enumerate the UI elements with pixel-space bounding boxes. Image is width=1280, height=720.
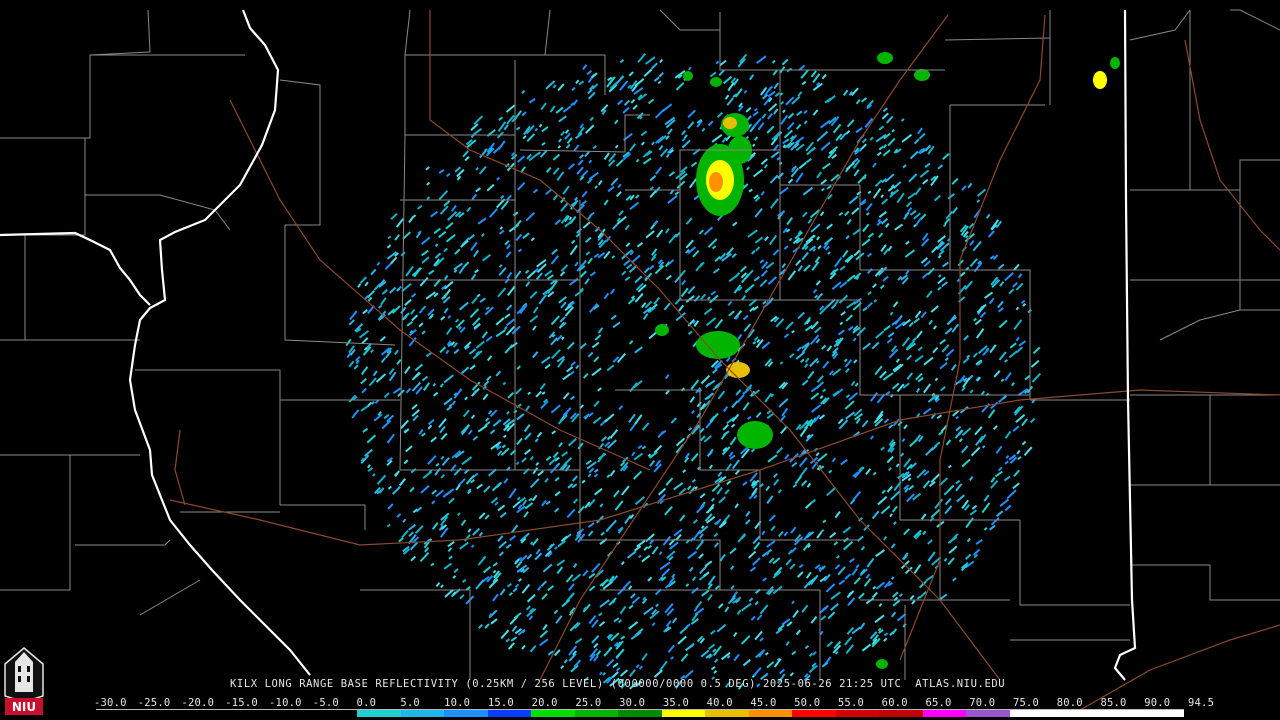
colorbar-swatch xyxy=(1009,710,1054,717)
colorbar-label: 30.0 xyxy=(619,697,646,709)
storm-cell-central xyxy=(696,331,740,359)
colorbar-swatch xyxy=(183,710,227,717)
colorbar-label: 90.0 xyxy=(1144,697,1171,709)
colorbar-label: 50.0 xyxy=(794,697,821,709)
storm-cell-central2 xyxy=(655,324,669,336)
colorbar-swatch xyxy=(705,710,749,717)
colorbar-label: 0.0 xyxy=(356,697,377,709)
colorbar-swatch xyxy=(400,710,445,717)
colorbar-labels: -30.0 -25.0 -20.0 -15.0 -10.0 -5.0 0.0 5.0 10.0 1… xyxy=(94,697,1214,709)
colorbar-label: 5.0 xyxy=(400,697,420,709)
colorbar-label: 65.0 xyxy=(925,697,952,709)
colorbar-swatch xyxy=(879,710,923,717)
storm-cell-ne3 xyxy=(1093,71,1107,89)
colorbar-swatch xyxy=(618,710,662,717)
storm-cell-n5 xyxy=(710,77,722,87)
colorbar-swatch xyxy=(487,710,532,717)
colorbar-label: 10.0 xyxy=(444,697,471,709)
logo-text: NIU xyxy=(12,700,36,714)
reflectivity-colorbar xyxy=(96,709,1184,717)
colorbar-label: -20.0 xyxy=(181,697,215,709)
storm-cell-north-peak xyxy=(709,172,723,192)
product-caption: KILX LONG RANGE BASE REFLECTIVITY (0.25K… xyxy=(230,678,1006,690)
colorbar-swatch xyxy=(1096,710,1141,717)
colorbar-label: 15.0 xyxy=(487,697,514,709)
colorbar-label: 35.0 xyxy=(662,697,689,709)
colorbar-swatch xyxy=(922,710,967,717)
university-tower-icon xyxy=(4,647,44,703)
colorbar-swatch xyxy=(357,710,401,717)
storm-cell-n4 xyxy=(683,71,693,81)
map-background xyxy=(0,0,1280,720)
colorbar-label: 70.0 xyxy=(969,697,996,709)
colorbar-swatch xyxy=(792,710,836,717)
storm-cell-south xyxy=(737,421,773,449)
storm-cell-north2-core xyxy=(723,117,737,129)
storm-cell-ne4 xyxy=(1110,57,1120,69)
colorbar-label: 80.0 xyxy=(1056,697,1083,709)
colorbar-label: 75.0 xyxy=(1012,697,1040,709)
colorbar-swatch xyxy=(966,710,1010,717)
colorbar-label: 45.0 xyxy=(750,697,777,709)
colorbar-label: -30.0 xyxy=(94,697,127,709)
colorbar-label: 25.0 xyxy=(575,697,602,709)
colorbar-swatch xyxy=(531,710,575,717)
colorbar-swatch xyxy=(748,710,793,717)
colorbar-swatch xyxy=(226,710,271,717)
storm-cell-south2 xyxy=(876,659,888,669)
colorbar-label: -5.0 xyxy=(312,697,339,709)
colorbar-swatch xyxy=(661,710,706,717)
colorbar-label: 20.0 xyxy=(531,697,558,709)
colorbar-label: 40.0 xyxy=(706,697,733,709)
colorbar-swatch xyxy=(444,710,488,717)
storm-cell-ne1 xyxy=(877,52,893,64)
colorbar-label: -15.0 xyxy=(225,697,258,709)
colorbar-label: -25.0 xyxy=(137,697,171,709)
colorbar-swatch xyxy=(1053,710,1097,717)
colorbar-swatch xyxy=(96,710,140,717)
colorbar-label: 60.0 xyxy=(881,697,908,709)
colorbar-label: -10.0 xyxy=(269,697,302,709)
colorbar-swatch xyxy=(313,710,358,717)
colorbar-swatch xyxy=(270,710,314,717)
colorbar-label: 94.5 xyxy=(1188,697,1215,709)
niu-logo: NIU xyxy=(4,647,44,715)
colorbar-swatch xyxy=(574,710,619,717)
colorbar-swatch xyxy=(1140,710,1184,717)
radar-map xyxy=(0,0,1280,720)
colorbar-label: 55.0 xyxy=(837,697,864,709)
storm-cell-ne2 xyxy=(914,69,930,81)
colorbar-label: 85.0 xyxy=(1100,697,1127,709)
colorbar-swatch xyxy=(835,710,880,717)
colorbar-swatch xyxy=(139,710,184,717)
